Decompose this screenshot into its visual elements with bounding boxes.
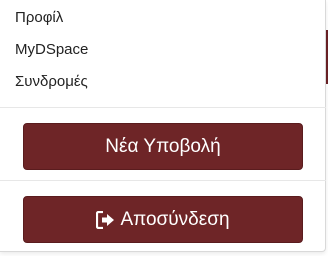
sign-out-icon xyxy=(96,210,116,229)
user-dropdown-menu: Προφίλ MyDSpace Συνδρομές Νέα Υποβολή Απ… xyxy=(0,0,326,252)
logout-label: Αποσύνδεση xyxy=(120,208,230,230)
new-submission-label: Νέα Υποβολή xyxy=(105,135,221,157)
menu-item-profile[interactable]: Προφίλ xyxy=(15,9,63,27)
menu-item-subscriptions[interactable]: Συνδρομές xyxy=(15,73,88,91)
new-submission-button[interactable]: Νέα Υποβολή xyxy=(23,123,303,170)
logout-button[interactable]: Αποσύνδεση xyxy=(23,196,303,243)
divider xyxy=(0,107,326,108)
divider xyxy=(0,180,326,181)
menu-item-mydspace[interactable]: MyDSpace xyxy=(15,41,88,59)
